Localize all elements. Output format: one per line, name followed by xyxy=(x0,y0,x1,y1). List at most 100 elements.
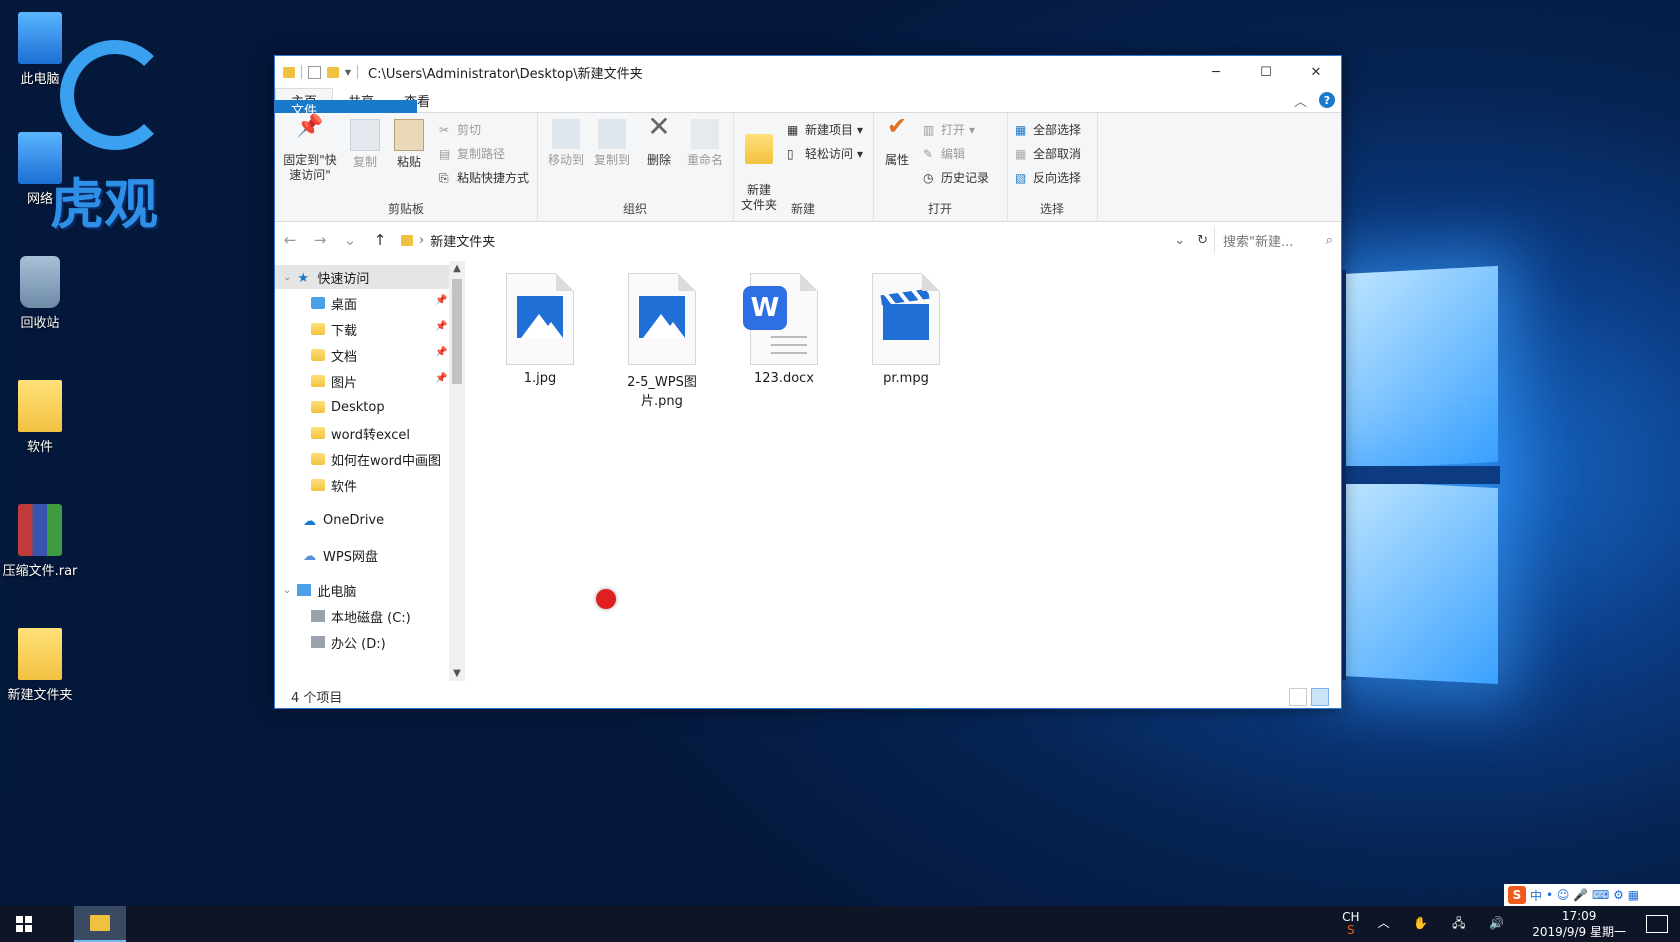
delete-button[interactable]: ✕ 删除 xyxy=(641,113,677,168)
new-folder-quick-icon[interactable] xyxy=(327,66,339,78)
paste-button[interactable]: 粘贴 xyxy=(389,119,429,170)
nav-item-downloads[interactable]: 下载 xyxy=(311,317,357,341)
ime-tools-icon[interactable]: • ☺ 🎤 ⌨ ⚙ ▦ xyxy=(1546,888,1639,902)
ribbon-group-open: ✔ 属性 ▥ 打开 ▾ ✎ 编辑 ◷ 历史记录 打开 xyxy=(873,113,1008,221)
nav-drive-c[interactable]: 本地磁盘 (C:) xyxy=(311,604,411,628)
move-to-icon xyxy=(552,119,580,149)
nav-quick-access[interactable]: ⌄ ★ 快速访问 xyxy=(275,265,455,289)
invert-selection-button[interactable]: ▧ 反向选择 xyxy=(1015,169,1081,186)
taskbar-file-explorer[interactable] xyxy=(74,906,126,942)
chevron-down-icon[interactable]: ⌄ xyxy=(1174,233,1185,248)
nav-scrollbar[interactable]: ▲ ▼ xyxy=(449,261,465,681)
file-item[interactable]: pr.mpg xyxy=(851,273,961,386)
ime-mode[interactable]: 中 xyxy=(1530,887,1542,904)
select-none-icon: ▦ xyxy=(1015,146,1027,161)
file-item[interactable]: 2-5_WPS图片.png xyxy=(607,273,717,409)
new-item-icon: ▦ xyxy=(787,122,799,137)
chevron-down-icon[interactable]: ⌄ xyxy=(283,585,291,596)
details-view-icon[interactable] xyxy=(1289,688,1307,706)
cut-button[interactable]: ✂ 剪切 xyxy=(439,121,481,138)
tray-icons[interactable]: ︿ ✋ 🖧 🔊 xyxy=(1378,914,1515,935)
language-indicator[interactable]: CH S xyxy=(1342,911,1359,937)
chevron-down-icon[interactable]: ▾ xyxy=(345,65,351,79)
nav-onedrive[interactable]: ☁ OneDrive xyxy=(303,508,384,532)
desktop-icon-new-folder[interactable]: 新建文件夹 xyxy=(0,628,80,703)
copy-button[interactable]: 复制 xyxy=(345,119,385,170)
button-label: 固定到"快速访问" xyxy=(283,153,337,182)
large-icons-view-icon[interactable] xyxy=(1311,688,1329,706)
paste-shortcut-button[interactable]: ⎘ 粘贴快捷方式 xyxy=(439,169,529,186)
desktop-folder-icon xyxy=(311,297,325,309)
copy-path-button[interactable]: ▤ 复制路径 xyxy=(439,145,505,162)
file-item[interactable]: W 123.docx xyxy=(729,273,839,386)
chevron-right-icon[interactable]: › xyxy=(419,233,424,248)
nav-this-pc[interactable]: ⌄ 此电脑 xyxy=(283,578,356,602)
properties-quick-icon[interactable] xyxy=(308,65,321,79)
file-list-pane[interactable]: 1.jpg 2-5_WPS图片.png W 123.docx pr.mpg xyxy=(465,261,1341,681)
select-none-button[interactable]: ▦ 全部取消 xyxy=(1015,145,1081,162)
ribbon: 📌 固定到"快速访问" 复制 粘贴 ✂ 剪切 ▤ 复制路径 ⎘ 粘贴快捷方式 剪贴板 xyxy=(275,113,1341,222)
nav-item-documents[interactable]: 文档 xyxy=(311,343,357,367)
scrollbar-thumb[interactable] xyxy=(452,279,462,384)
back-button[interactable]: ← xyxy=(275,231,305,249)
recent-locations-button[interactable]: ⌄ xyxy=(335,231,365,249)
new-item-button[interactable]: ▦ 新建项目 ▾ xyxy=(787,121,863,138)
nav-label: 桌面 xyxy=(331,297,358,313)
nav-item-desktop[interactable]: 桌面 xyxy=(311,291,357,315)
forward-button[interactable]: → xyxy=(305,231,335,249)
scroll-up-icon[interactable]: ▲ xyxy=(449,263,465,274)
video-file-icon xyxy=(872,273,940,365)
desktop-icon-this-pc[interactable]: 此电脑 xyxy=(0,12,80,87)
edit-button[interactable]: ✎ 编辑 xyxy=(923,145,965,162)
desktop-icon-rar[interactable]: 压缩文件.rar xyxy=(0,504,80,579)
chevron-down-icon[interactable]: ⌄ xyxy=(283,272,291,283)
button-label: 复制到 xyxy=(593,153,630,167)
action-center-icon[interactable] xyxy=(1646,915,1668,933)
search-input[interactable]: 搜索"新建... ⌕ xyxy=(1214,227,1341,253)
desktop-icon-network[interactable]: 网络 xyxy=(0,132,80,207)
folder-icon xyxy=(18,628,62,680)
easy-access-button[interactable]: ▯ 轻松访问 ▾ xyxy=(787,145,863,162)
open-button[interactable]: ▥ 打开 ▾ xyxy=(923,121,975,138)
ribbon-group-select: ▦ 全部选择 ▦ 全部取消 ▧ 反向选择 选择 xyxy=(1007,113,1098,221)
pin-quick-access-button[interactable]: 📌 固定到"快速访问" xyxy=(279,116,341,183)
desktop-icon-recycle-bin[interactable]: 回收站 xyxy=(0,256,80,331)
file-item[interactable]: 1.jpg xyxy=(485,273,595,386)
refresh-button[interactable]: ↻ xyxy=(1191,233,1214,248)
up-button[interactable]: ↑ xyxy=(365,231,395,249)
clock[interactable]: 17:09 2019/9/9 星期一 xyxy=(1532,908,1626,940)
nav-wps-drive[interactable]: ☁ WPS网盘 xyxy=(303,543,378,567)
folder-icon xyxy=(401,234,413,246)
nav-label: 本地磁盘 (C:) xyxy=(331,610,411,626)
address-bar[interactable]: › 新建文件夹 ⌄ ↻ xyxy=(395,227,1214,253)
group-label: 新建 xyxy=(790,202,815,216)
nav-item-desktop-folder[interactable]: Desktop xyxy=(311,395,385,419)
scroll-down-icon[interactable]: ▼ xyxy=(449,668,465,679)
move-to-button[interactable]: 移动到 xyxy=(545,119,587,168)
copy-icon xyxy=(350,119,380,151)
desktop-icon-label: 回收站 xyxy=(20,316,60,331)
close-button[interactable]: ✕ xyxy=(1291,56,1341,88)
collapse-ribbon-icon[interactable]: ︿ xyxy=(1294,91,1307,110)
copy-to-button[interactable]: 复制到 xyxy=(591,119,633,168)
desktop-icon-label: 此电脑 xyxy=(20,72,60,87)
cursor-highlight xyxy=(596,589,616,609)
nav-item-pictures[interactable]: 图片 xyxy=(311,369,357,393)
ime-toolbar[interactable]: S 中 • ☺ 🎤 ⌨ ⚙ ▦ xyxy=(1504,884,1680,906)
image-file-icon xyxy=(628,273,696,365)
help-icon[interactable]: ? xyxy=(1319,92,1335,108)
maximize-button[interactable]: ☐ xyxy=(1241,56,1291,88)
select-all-button[interactable]: ▦ 全部选择 xyxy=(1015,121,1081,138)
properties-button[interactable]: ✔ 属性 xyxy=(879,114,915,168)
nav-item-word-to-excel[interactable]: word转excel xyxy=(311,421,410,445)
title-bar[interactable]: ▾ C:\Users\Administrator\Desktop\新建文件夹 ─… xyxy=(275,56,1341,88)
breadcrumb-current[interactable]: 新建文件夹 xyxy=(430,231,495,250)
history-button[interactable]: ◷ 历史记录 xyxy=(923,169,989,186)
nav-item-software[interactable]: 软件 xyxy=(311,473,357,497)
rename-button[interactable]: 重命名 xyxy=(683,119,727,168)
start-button[interactable] xyxy=(0,906,48,942)
nav-item-word-drawing[interactable]: 如何在word中画图 xyxy=(311,447,441,471)
nav-drive-d[interactable]: 办公 (D:) xyxy=(311,630,386,654)
desktop-icon-software[interactable]: 软件 xyxy=(0,380,80,455)
minimize-button[interactable]: ─ xyxy=(1191,56,1241,88)
